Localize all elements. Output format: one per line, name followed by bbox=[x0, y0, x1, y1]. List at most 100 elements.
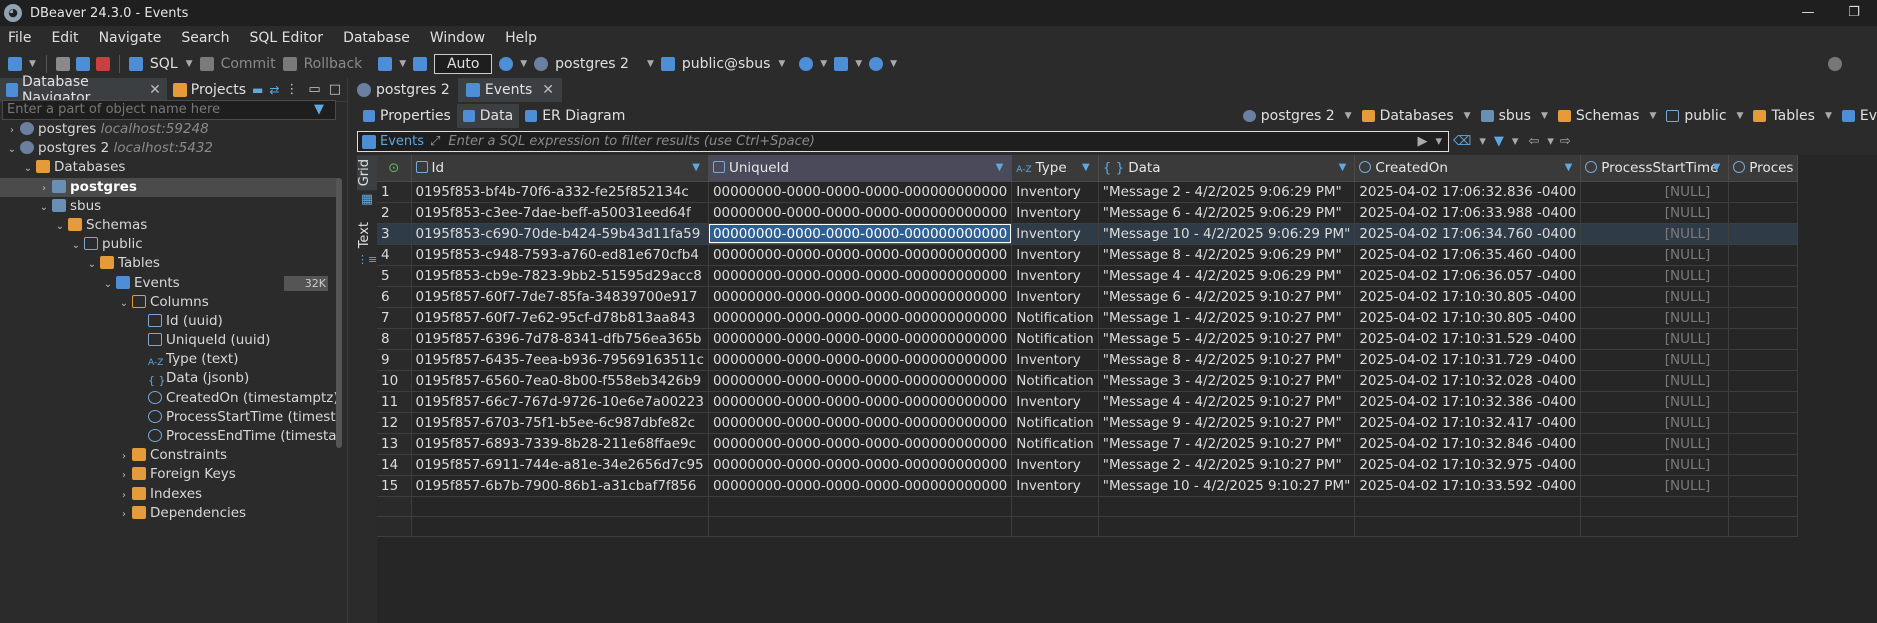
tree-node-column[interactable]: { }Data (jsonb) bbox=[0, 369, 340, 388]
table-cell[interactable]: Inventory bbox=[1011, 286, 1099, 308]
chevron-down-icon[interactable]: ▼ bbox=[1825, 111, 1832, 121]
collapse-icon[interactable]: ⌄ bbox=[54, 217, 66, 235]
table-cell[interactable]: "Message 8 - 4/2/2025 9:10:27 PM" bbox=[1098, 349, 1356, 371]
sort-icon[interactable]: ▼ bbox=[692, 155, 700, 180]
chevron-down-icon[interactable]: ▼ bbox=[1737, 111, 1744, 121]
table-cell[interactable]: "Message 10 - 4/2/2025 9:10:27 PM" bbox=[1098, 475, 1356, 497]
table-cell[interactable] bbox=[1728, 475, 1799, 497]
tools-icon[interactable] bbox=[834, 57, 849, 71]
table-row[interactable]: 8 0195f857-6396-7d78-8341-dfb756ea365b 000… bbox=[377, 328, 1799, 350]
chevron-down-icon[interactable]: ▾ bbox=[1479, 134, 1486, 149]
global-search-icon[interactable] bbox=[1828, 57, 1842, 71]
table-cell[interactable]: [NULL] bbox=[1580, 286, 1730, 308]
table-cell[interactable]: "Message 2 - 4/2/2025 9:06:29 PM" bbox=[1098, 181, 1356, 203]
sql-dropdown[interactable]: ▼ bbox=[186, 59, 193, 69]
table-row[interactable]: 4 0195f853-c948-7593-a760-ed81e670cfb4 000… bbox=[377, 244, 1799, 266]
lock-icon[interactable] bbox=[413, 57, 428, 71]
chevron-down-icon[interactable]: ▼ bbox=[1345, 111, 1352, 121]
table-cell[interactable]: 0195f853-c948-7593-a760-ed81e670cfb4 bbox=[411, 244, 709, 266]
table-cell[interactable]: 00000000-0000-0000-0000-000000000000 bbox=[708, 412, 1013, 434]
grid-icon[interactable]: ▦ bbox=[357, 192, 377, 212]
table-cell[interactable]: Inventory bbox=[1011, 475, 1099, 497]
table-cell[interactable]: 0195f853-bf4b-70f6-a332-fe25f852134c bbox=[411, 181, 709, 203]
table-row[interactable]: 9 0195f857-6435-7eea-b936-79569163511c 000… bbox=[377, 349, 1799, 371]
table-cell[interactable]: Notification bbox=[1011, 307, 1099, 329]
sql-button[interactable]: SQL bbox=[150, 56, 178, 72]
table-cell[interactable]: [NULL] bbox=[1580, 475, 1730, 497]
table-cell[interactable]: 0195f857-6396-7d78-8341-dfb756ea365b bbox=[411, 328, 709, 350]
table-cell[interactable]: 2025-04-02 17:10:32.975 -0400 bbox=[1354, 454, 1582, 476]
table-cell[interactable]: 2025-04-02 17:10:32.846 -0400 bbox=[1354, 433, 1582, 455]
collapse-icon[interactable]: ⌄ bbox=[38, 198, 50, 216]
table-row[interactable]: 11 0195f857-66c7-767d-9726-10e6e7a00223 00… bbox=[377, 391, 1799, 413]
table-cell[interactable]: [NULL] bbox=[1580, 223, 1730, 245]
table-row[interactable]: 13 0195f857-6893-7339-8b28-211e68ffae9c 00… bbox=[377, 433, 1799, 455]
maximize-panel-icon[interactable]: □ bbox=[329, 82, 341, 97]
minimize-panel-icon[interactable]: ▭ bbox=[308, 82, 320, 97]
schema-dropdown[interactable]: ▼ bbox=[778, 59, 785, 69]
tab-postgres-2[interactable]: postgres 2 bbox=[349, 78, 458, 102]
table-cell[interactable]: 2025-04-02 17:10:31.729 -0400 bbox=[1354, 349, 1582, 371]
table-cell[interactable]: Inventory bbox=[1011, 181, 1099, 203]
table-cell[interactable]: 00000000-0000-0000-0000-000000000000 bbox=[708, 391, 1013, 413]
connection-dropdown[interactable]: ▼ bbox=[647, 59, 654, 69]
table-cell[interactable]: 00000000-0000-0000-0000-000000000000 bbox=[708, 307, 1013, 329]
table-cell[interactable]: Notification bbox=[1011, 433, 1099, 455]
search-dropdown[interactable]: ▼ bbox=[890, 59, 897, 69]
table-cell[interactable]: "Message 4 - 4/2/2025 9:06:29 PM" bbox=[1098, 265, 1356, 287]
apply-filter-icon[interactable]: ▶ bbox=[1417, 134, 1427, 149]
navigator-filter-input[interactable]: Enter a part of object name here bbox=[2, 100, 336, 120]
table-cell[interactable]: 2025-04-02 17:06:35.460 -0400 bbox=[1354, 244, 1582, 266]
table-cell[interactable]: 0195f853-c3ee-7dae-beff-a50031eed64f bbox=[411, 202, 709, 224]
breadcrumb-events[interactable]: Ev bbox=[1841, 108, 1877, 124]
table-cell[interactable]: 2025-04-02 17:10:32.417 -0400 bbox=[1354, 412, 1582, 434]
table-cell[interactable]: 0195f857-6560-7ea0-8b00-f558eb3426b9 bbox=[411, 370, 709, 392]
table-cell[interactable]: 0195f857-6b7b-7900-86b1-a31cbaf7f856 bbox=[411, 475, 709, 497]
refresh-icon[interactable] bbox=[75, 57, 90, 71]
table-cell[interactable]: "Message 6 - 4/2/2025 9:10:27 PM" bbox=[1098, 286, 1356, 308]
sort-icon[interactable]: ▼ bbox=[1713, 155, 1721, 180]
collapse-icon[interactable]: ⌄ bbox=[6, 140, 18, 158]
table-cell[interactable]: [NULL] bbox=[1580, 307, 1730, 329]
column-header-id[interactable]: Id ▼ bbox=[411, 155, 709, 182]
table-cell[interactable]: "Message 5 - 4/2/2025 9:10:27 PM" bbox=[1098, 328, 1356, 350]
table-cell[interactable]: 2025-04-02 17:06:36.057 -0400 bbox=[1354, 265, 1582, 287]
tree-node-public[interactable]: ⌄ public bbox=[0, 235, 340, 254]
navigator-scrollbar[interactable] bbox=[336, 178, 342, 448]
table-cell[interactable]: Notification bbox=[1011, 412, 1099, 434]
column-header-processstarttime[interactable]: ProcessStartTime ▼ bbox=[1580, 155, 1730, 182]
table-cell[interactable]: "Message 4 - 4/2/2025 9:10:27 PM" bbox=[1098, 391, 1356, 413]
tree-node-databases[interactable]: ⌄ Databases bbox=[0, 158, 340, 177]
results-filter-input[interactable]: Events ⤢ Enter a SQL expression to filte… bbox=[357, 131, 1449, 152]
column-header-createdon[interactable]: CreatedOn ▼ bbox=[1354, 155, 1582, 182]
expand-icon[interactable]: › bbox=[118, 447, 130, 465]
new-connection-icon[interactable] bbox=[8, 57, 22, 71]
table-cell[interactable]: 2025-04-02 17:06:34.760 -0400 bbox=[1354, 223, 1582, 245]
connect-icon[interactable] bbox=[55, 57, 70, 71]
collapse-icon[interactable]: ⌄ bbox=[70, 236, 82, 254]
restore-button[interactable]: ❐ bbox=[1831, 0, 1877, 26]
table-row[interactable]: 14 0195f857-6911-744e-a81e-34e2656d7c95 00… bbox=[377, 454, 1799, 476]
table-cell[interactable] bbox=[1728, 181, 1799, 203]
table-cell[interactable]: 00000000-0000-0000-0000-000000000000 bbox=[708, 244, 1013, 266]
active-connection[interactable]: postgres 2 bbox=[555, 56, 629, 72]
view-menu-icon[interactable]: ⋮ bbox=[285, 82, 298, 97]
table-cell[interactable]: 2025-04-02 17:10:30.805 -0400 bbox=[1354, 307, 1582, 329]
tab-events[interactable]: Events ✕ bbox=[457, 78, 562, 102]
table-cell[interactable] bbox=[1728, 412, 1799, 434]
tree-node-tables[interactable]: ⌄ Tables bbox=[0, 254, 340, 273]
table-row[interactable]: 10 0195f857-6560-7ea0-8b00-f558eb3426b9 00… bbox=[377, 370, 1799, 392]
close-icon[interactable]: ✕ bbox=[149, 82, 161, 98]
transaction-mode-dropdown[interactable]: ▼ bbox=[399, 59, 406, 69]
menu-database[interactable]: Database bbox=[343, 30, 410, 46]
table-cell[interactable]: "Message 6 - 4/2/2025 9:06:29 PM" bbox=[1098, 202, 1356, 224]
expand-icon[interactable]: › bbox=[118, 505, 130, 523]
history-dropdown[interactable]: ▼ bbox=[520, 59, 527, 69]
collapse-icon[interactable]: ⌄ bbox=[118, 294, 130, 312]
menu-edit[interactable]: Edit bbox=[51, 30, 78, 46]
table-cell[interactable]: 2025-04-02 17:06:32.836 -0400 bbox=[1354, 181, 1582, 203]
tree-node-foreign-keys[interactable]: › Foreign Keys bbox=[0, 465, 340, 484]
table-cell[interactable]: 00000000-0000-0000-0000-000000000000 bbox=[708, 454, 1013, 476]
table-cell[interactable]: [NULL] bbox=[1580, 454, 1730, 476]
table-cell[interactable]: Inventory bbox=[1011, 244, 1099, 266]
